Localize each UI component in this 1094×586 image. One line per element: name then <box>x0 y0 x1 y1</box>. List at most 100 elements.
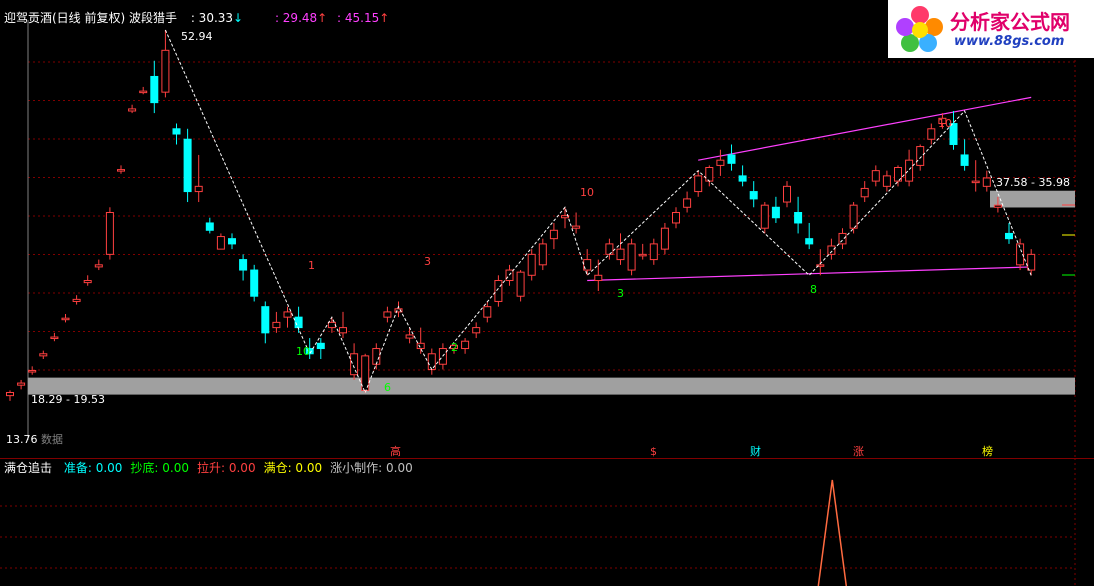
candle-body <box>205 222 214 231</box>
channel-lower-line <box>587 266 1032 282</box>
candle-body <box>638 253 647 257</box>
wave-label: 10 <box>296 345 310 358</box>
candle-body <box>461 340 470 350</box>
candle-body <box>239 259 248 271</box>
candle-body <box>494 280 503 302</box>
candle-body <box>183 138 192 193</box>
candle-body <box>94 264 103 268</box>
candle-body <box>316 342 325 350</box>
candle-body <box>882 175 891 187</box>
wave-label: 2 <box>451 341 458 354</box>
candle-body <box>538 243 547 266</box>
wave-label: 8 <box>810 283 817 296</box>
candle-body <box>150 75 159 104</box>
candle-body <box>616 248 625 261</box>
candle-body <box>172 128 181 135</box>
last-price-value: 13.76 <box>6 433 38 446</box>
candle-body <box>1027 253 1036 271</box>
chart-header: 迎驾贡酒(日线 前复权) 波段猎手 : 30.33↓ : 29.48↑ : 45… <box>4 11 389 25</box>
candle-body <box>683 198 692 208</box>
candle-body <box>627 243 636 271</box>
candle-body <box>827 245 836 255</box>
event-tag-list[interactable]: 榜 <box>982 446 993 458</box>
ma2-arrow-icon: ↑ <box>317 11 328 25</box>
candle-body <box>971 180 980 184</box>
wave-label: 6 <box>384 381 391 394</box>
candle-body <box>228 238 236 245</box>
candle-body <box>117 169 125 172</box>
candle-body <box>216 236 225 250</box>
candle-body <box>405 334 414 339</box>
ma1-value: : 30.33 <box>190 11 234 25</box>
candle-body <box>272 321 281 329</box>
candle-body <box>705 167 714 182</box>
candle-body <box>372 348 381 365</box>
support-band-label: 18.29 - 19.53 <box>31 393 105 406</box>
candle-body <box>61 317 70 321</box>
event-tag-high[interactable]: 高 <box>390 446 401 458</box>
indicator-spike <box>817 479 848 586</box>
candle-body <box>594 274 603 282</box>
candle-body <box>350 353 359 376</box>
candle-body <box>39 353 48 357</box>
ma2-value: : 29.48 <box>274 11 318 25</box>
candle-body <box>838 232 847 245</box>
indicator-chart[interactable] <box>0 458 1094 586</box>
wave-label: 10 <box>938 117 952 130</box>
candle-body <box>771 206 780 219</box>
logo-url: www.88gs.com <box>954 34 1065 49</box>
candle-body <box>72 298 81 302</box>
candle-body <box>139 90 148 94</box>
candle-body <box>17 382 26 386</box>
price-chart[interactable] <box>0 0 1094 460</box>
candle-body <box>960 154 969 166</box>
candle-body <box>339 327 347 334</box>
chart-title: 迎驾贡酒(日线 前复权) 波段猎手 <box>4 11 177 25</box>
candle-body <box>649 243 658 261</box>
candle-body <box>871 170 880 182</box>
ma3-arrow-icon: ↑ <box>379 11 390 25</box>
stock-chart-window: 迎驾贡酒(日线 前复权) 波段猎手 : 30.33↓ : 29.48↑ : 45… <box>0 0 1094 586</box>
candle-body <box>383 311 392 318</box>
candle-body <box>327 321 336 329</box>
flower-logo-icon <box>896 6 943 52</box>
wave-label: 1 <box>308 259 315 272</box>
candle-body <box>727 154 736 164</box>
candle-body <box>250 269 259 297</box>
logo-title: 分析家公式网 <box>950 10 1070 34</box>
candle-body <box>194 185 203 193</box>
zigzag-line <box>164 29 1032 394</box>
candle-body <box>860 187 869 198</box>
ma1-arrow-icon: ↓ <box>233 11 244 25</box>
candle-body <box>283 311 292 318</box>
event-tag-rise[interactable]: 涨 <box>853 446 864 458</box>
candle-body <box>161 49 170 93</box>
event-tag-dollar[interactable]: $ <box>650 446 657 458</box>
candle-body <box>6 391 14 397</box>
candle-body <box>516 271 525 297</box>
channel-upper-line <box>698 96 1032 161</box>
resist-band-label: 37.58 - 35.98 <box>996 176 1070 189</box>
candle-body <box>993 204 1002 208</box>
candle-body <box>572 225 581 229</box>
candle-body <box>794 212 803 224</box>
candle-body <box>472 327 481 334</box>
candle-body <box>694 175 703 193</box>
wave-label: 3 <box>617 287 624 300</box>
candle-body <box>83 280 92 284</box>
candle-body <box>128 108 137 112</box>
data-label: 数据 <box>41 433 63 446</box>
support-band <box>28 377 1075 395</box>
candle-body <box>738 175 747 182</box>
candle-body <box>549 229 558 240</box>
candle-body <box>849 204 858 229</box>
candle-body <box>905 159 914 182</box>
candle-body <box>716 159 725 166</box>
candle-body <box>527 253 536 276</box>
event-tag-finance[interactable]: 财 <box>750 446 761 458</box>
candle-body <box>749 191 758 200</box>
high-price-label: 52.94 <box>181 30 213 43</box>
candle-body <box>105 212 114 255</box>
candle-body <box>28 370 37 373</box>
candle-body <box>783 185 791 203</box>
